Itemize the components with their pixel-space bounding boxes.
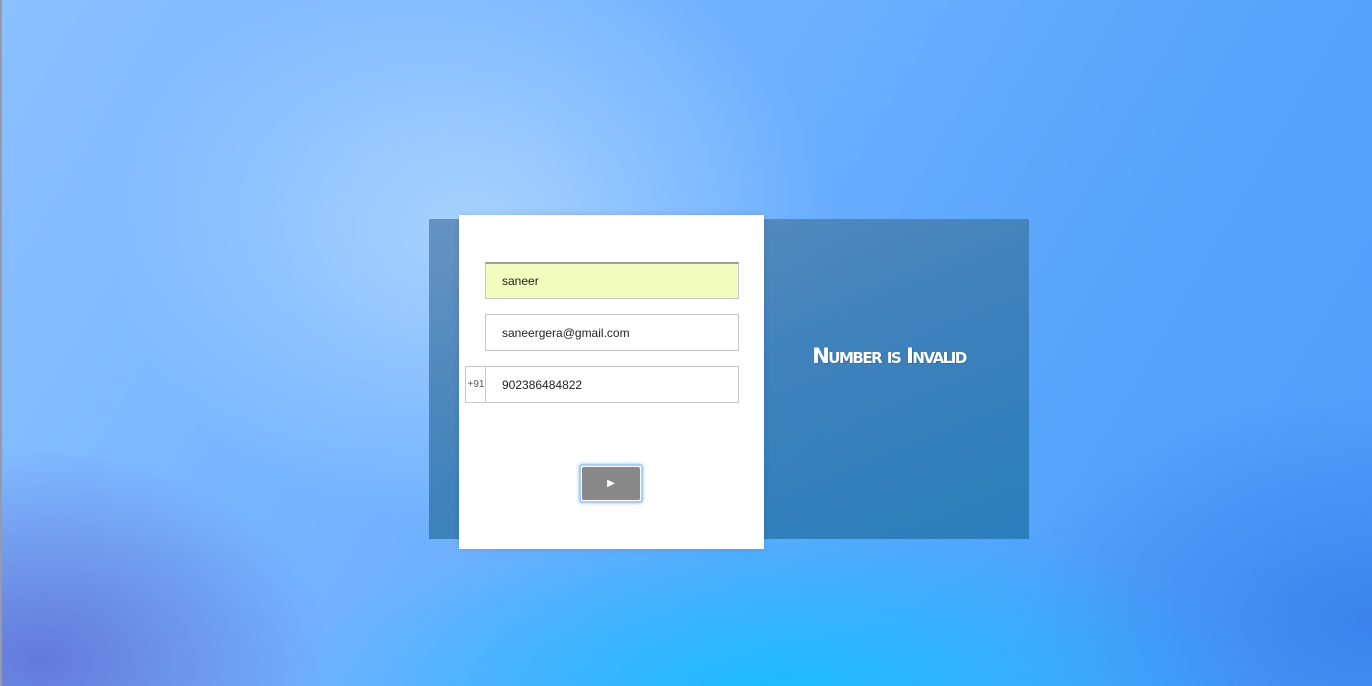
name-input[interactable]: saneer: [485, 262, 739, 299]
signup-form: saneer saneergera@gmail.com +91 90238648…: [459, 215, 764, 549]
submit-button[interactable]: ▶: [579, 464, 643, 503]
phone-input-value: 902386484822: [502, 377, 583, 392]
country-code-prefix: +91: [465, 366, 486, 403]
name-input-value: saneer: [502, 274, 539, 288]
email-input[interactable]: saneergera@gmail.com: [485, 314, 739, 351]
email-input-value: saneergera@gmail.com: [502, 325, 630, 340]
submit-button-face: ▶: [582, 467, 640, 500]
play-icon: ▶: [607, 478, 615, 489]
validation-message: Number is Invalid: [812, 344, 967, 368]
phone-input[interactable]: 902386484822: [485, 366, 739, 403]
window-edge: [0, 0, 2, 686]
